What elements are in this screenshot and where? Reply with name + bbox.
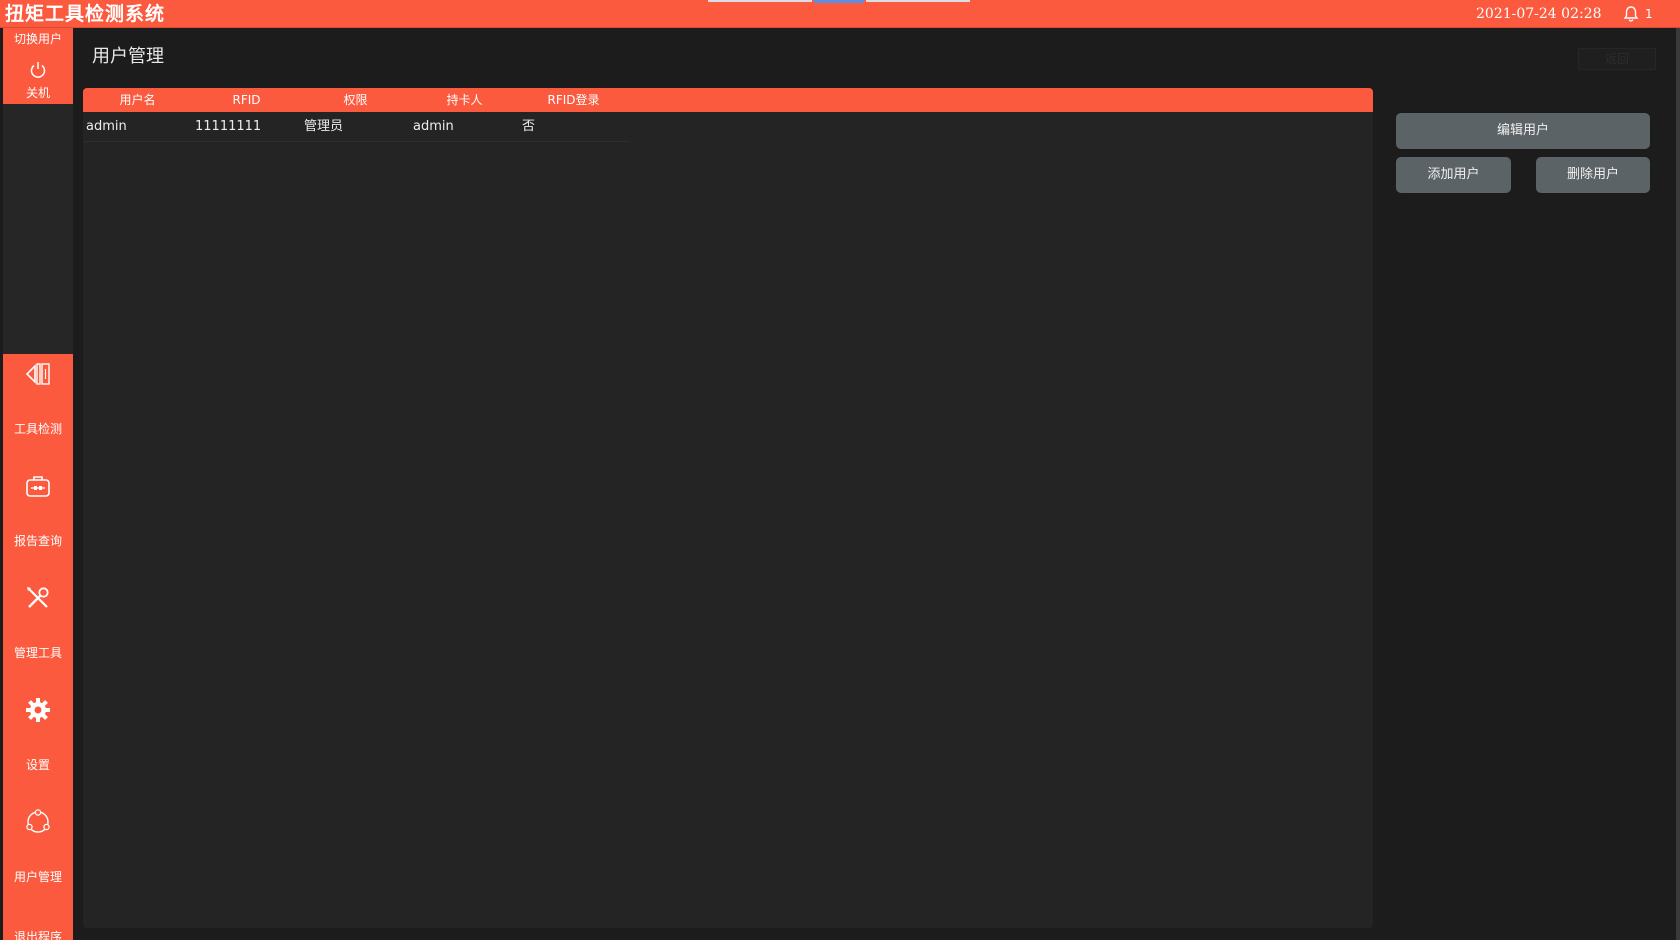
user-group-icon bbox=[26, 809, 50, 833]
sidebar-menu: 工具检测 报告查询 管理工具 设置 用户管理 退出程序 bbox=[3, 354, 73, 940]
cell-permission: 管理员 bbox=[304, 119, 344, 134]
cell-rfid-login: 否 bbox=[522, 119, 536, 134]
sidebar-item-label: 工具检测 bbox=[13, 422, 62, 436]
app-title: 扭矩工具检测系统 bbox=[5, 3, 166, 25]
indicator-segment-active bbox=[814, 0, 864, 3]
exit-program-button[interactable]: 退出程序 bbox=[3, 930, 73, 940]
sidebar-item-user-management[interactable]: 用户管理 bbox=[3, 808, 73, 920]
sidebar-item-report-query[interactable]: 报告查询 bbox=[3, 472, 73, 584]
table-row[interactable]: admin 11111111 管理员 admin 否 bbox=[83, 112, 630, 142]
sidebar-item-tool-inspection[interactable]: 工具检测 bbox=[3, 360, 73, 472]
column-header-rfid[interactable]: RFID bbox=[192, 88, 301, 112]
cell-rfid: 11111111 bbox=[195, 119, 262, 134]
sidebar: 切换用户 关机 工具检测 报告查询 管理工具 设置 用户管理 退出程序 bbox=[3, 28, 73, 940]
sidebar-item-label: 用户管理 bbox=[13, 870, 62, 884]
window-border bbox=[1676, 28, 1680, 940]
sidebar-item-label: 设置 bbox=[25, 758, 50, 772]
edit-user-button[interactable]: 编辑用户 bbox=[1396, 113, 1650, 149]
gear-icon bbox=[26, 698, 50, 722]
indicator-segment bbox=[866, 0, 970, 2]
user-table: 用户名 RFID 权限 持卡人 RFID登录 admin 11111111 管理… bbox=[83, 88, 1373, 928]
column-header-rfid-login[interactable]: RFID登录 bbox=[519, 88, 628, 112]
sidebar-item-label: 管理工具 bbox=[13, 646, 62, 660]
window-indicator bbox=[708, 0, 972, 3]
indicator-segment bbox=[708, 0, 812, 2]
sidebar-item-label: 报告查询 bbox=[13, 534, 62, 548]
sidebar-item-manage-tools[interactable]: 管理工具 bbox=[3, 584, 73, 696]
datetime: 2021-07-24 02:28 bbox=[1476, 6, 1602, 22]
wrench-screwdriver-icon bbox=[27, 587, 49, 608]
cell-username: admin bbox=[86, 119, 127, 134]
app-window: 扭矩工具检测系统 2021-07-24 02:28 1 切换用户 关机 工具检测… bbox=[0, 0, 1680, 940]
sidebar-item-settings[interactable]: 设置 bbox=[3, 696, 73, 808]
table-header: 用户名 RFID 权限 持卡人 RFID登录 bbox=[83, 88, 1373, 112]
page-title: 用户管理 bbox=[92, 46, 164, 67]
cell-cardholder: admin bbox=[413, 119, 454, 134]
bell-icon[interactable] bbox=[1622, 5, 1640, 23]
sidebar-user-block: 切换用户 关机 bbox=[3, 28, 73, 104]
shutdown-button[interactable]: 关机 bbox=[3, 86, 73, 100]
column-header-username[interactable]: 用户名 bbox=[83, 88, 192, 112]
back-button[interactable]: 返回 bbox=[1578, 48, 1656, 70]
toolbox-icon bbox=[26, 476, 50, 497]
notification-count: 1 bbox=[1645, 7, 1653, 21]
power-icon[interactable] bbox=[28, 60, 48, 80]
column-header-cardholder[interactable]: 持卡人 bbox=[410, 88, 519, 112]
title-bar: 扭矩工具检测系统 2021-07-24 02:28 1 bbox=[0, 0, 1680, 28]
switch-user-button[interactable]: 切换用户 bbox=[3, 32, 73, 46]
delete-user-button[interactable]: 删除用户 bbox=[1536, 157, 1650, 193]
add-user-button[interactable]: 添加用户 bbox=[1396, 157, 1511, 193]
sidebar-spacer bbox=[3, 104, 73, 354]
tool-inspection-icon bbox=[25, 363, 50, 385]
column-header-permission[interactable]: 权限 bbox=[301, 88, 410, 112]
